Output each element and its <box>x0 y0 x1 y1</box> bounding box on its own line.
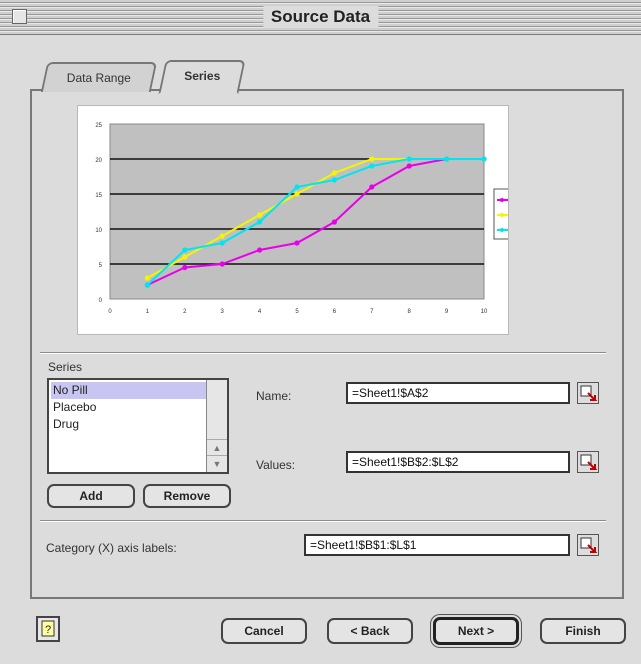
next-button[interactable]: Next > <box>433 617 519 645</box>
x-tick-label: 1 <box>146 309 150 315</box>
x-tick-label: 6 <box>333 309 337 315</box>
series-list-item-placebo[interactable]: Placebo <box>53 399 96 415</box>
line-chart: 0510152025012345678910No PillPlaceboDrug <box>95 123 539 315</box>
x-tick-label: 7 <box>370 309 374 315</box>
data-point <box>182 264 188 271</box>
series-list-item-no-pill[interactable]: No Pill <box>53 382 88 398</box>
y-tick-label: 0 <box>99 298 103 304</box>
tab-series-label: Series <box>184 69 221 83</box>
data-point <box>257 247 263 253</box>
help-icon[interactable]: ? <box>36 616 60 642</box>
y-tick-label: 25 <box>95 123 102 129</box>
scroll-down-arrow-icon[interactable]: ▼ <box>207 455 227 472</box>
data-point <box>481 156 487 162</box>
data-point <box>144 282 150 288</box>
legend-marker <box>500 228 504 232</box>
data-point <box>294 184 300 190</box>
data-point <box>369 184 375 190</box>
values-label: Values: <box>256 458 296 472</box>
chart-preview: 0510152025012345678910No PillPlaceboDrug <box>77 105 539 335</box>
data-point <box>219 261 225 267</box>
tab-series[interactable]: Series <box>158 60 246 94</box>
y-tick-label: 15 <box>95 193 102 199</box>
plot-area <box>109 123 485 300</box>
add-button[interactable]: Add <box>47 484 135 508</box>
data-point <box>406 163 412 169</box>
x-tick-label: 0 <box>108 309 112 315</box>
series-list-item-drug[interactable]: Drug <box>53 416 79 432</box>
data-point <box>331 177 337 183</box>
x-tick-label: 8 <box>408 309 412 315</box>
data-point <box>182 247 188 253</box>
finish-button[interactable]: Finish <box>540 618 626 644</box>
x-tick-label: 5 <box>295 309 299 315</box>
scroll-up-arrow-icon[interactable]: ▲ <box>207 439 227 456</box>
collapse-dialog-icon[interactable] <box>577 534 599 556</box>
data-point <box>144 275 150 281</box>
series-listbox[interactable]: No Pill Placebo Drug ▲ ▼ <box>47 378 229 474</box>
tab-data-range[interactable]: Data Range <box>40 62 158 92</box>
data-point <box>369 156 375 162</box>
close-box-icon[interactable] <box>12 9 27 24</box>
data-point <box>294 240 300 246</box>
data-point <box>257 212 263 218</box>
category-field[interactable]: =Sheet1!$B$1:$L$1 <box>304 534 570 556</box>
divider-top <box>40 352 606 354</box>
cancel-button[interactable]: Cancel <box>221 618 307 644</box>
name-field[interactable]: =Sheet1!$A$2 <box>346 382 570 404</box>
y-tick-label: 20 <box>95 158 102 164</box>
remove-button[interactable]: Remove <box>143 484 231 508</box>
collapse-dialog-icon[interactable] <box>577 451 599 473</box>
window-title: Source Data <box>262 6 379 28</box>
name-label: Name: <box>256 389 292 403</box>
divider-bottom <box>40 520 606 522</box>
title-bar[interactable]: Source Data <box>0 0 641 35</box>
back-button[interactable]: < Back <box>327 618 413 644</box>
x-tick-label: 4 <box>258 309 262 315</box>
x-tick-label: 2 <box>183 309 187 315</box>
tab-data-range-label: Data Range <box>66 71 131 85</box>
data-point <box>182 254 188 260</box>
values-field[interactable]: =Sheet1!$B$2:$L$2 <box>346 451 570 473</box>
x-tick-label: 9 <box>445 309 449 315</box>
data-point <box>294 191 300 197</box>
series-list-scrollbar[interactable]: ▲ ▼ <box>206 380 227 472</box>
series-label: Series <box>48 360 83 374</box>
svg-text:?: ? <box>45 624 51 636</box>
legend-marker <box>500 198 504 202</box>
y-tick-label: 10 <box>95 228 102 234</box>
data-point <box>331 219 337 225</box>
data-point <box>406 156 412 162</box>
data-point <box>331 170 337 176</box>
legend-marker <box>500 213 504 217</box>
data-point <box>219 240 225 246</box>
data-point <box>257 219 263 225</box>
x-tick-label: 3 <box>221 309 225 315</box>
category-label: Category (X) axis labels: <box>46 541 177 555</box>
y-tick-label: 5 <box>99 263 103 269</box>
data-point <box>444 156 450 162</box>
collapse-dialog-icon[interactable] <box>577 382 599 404</box>
x-tick-label: 10 <box>481 309 488 315</box>
data-point <box>369 163 375 169</box>
data-point <box>219 233 225 239</box>
